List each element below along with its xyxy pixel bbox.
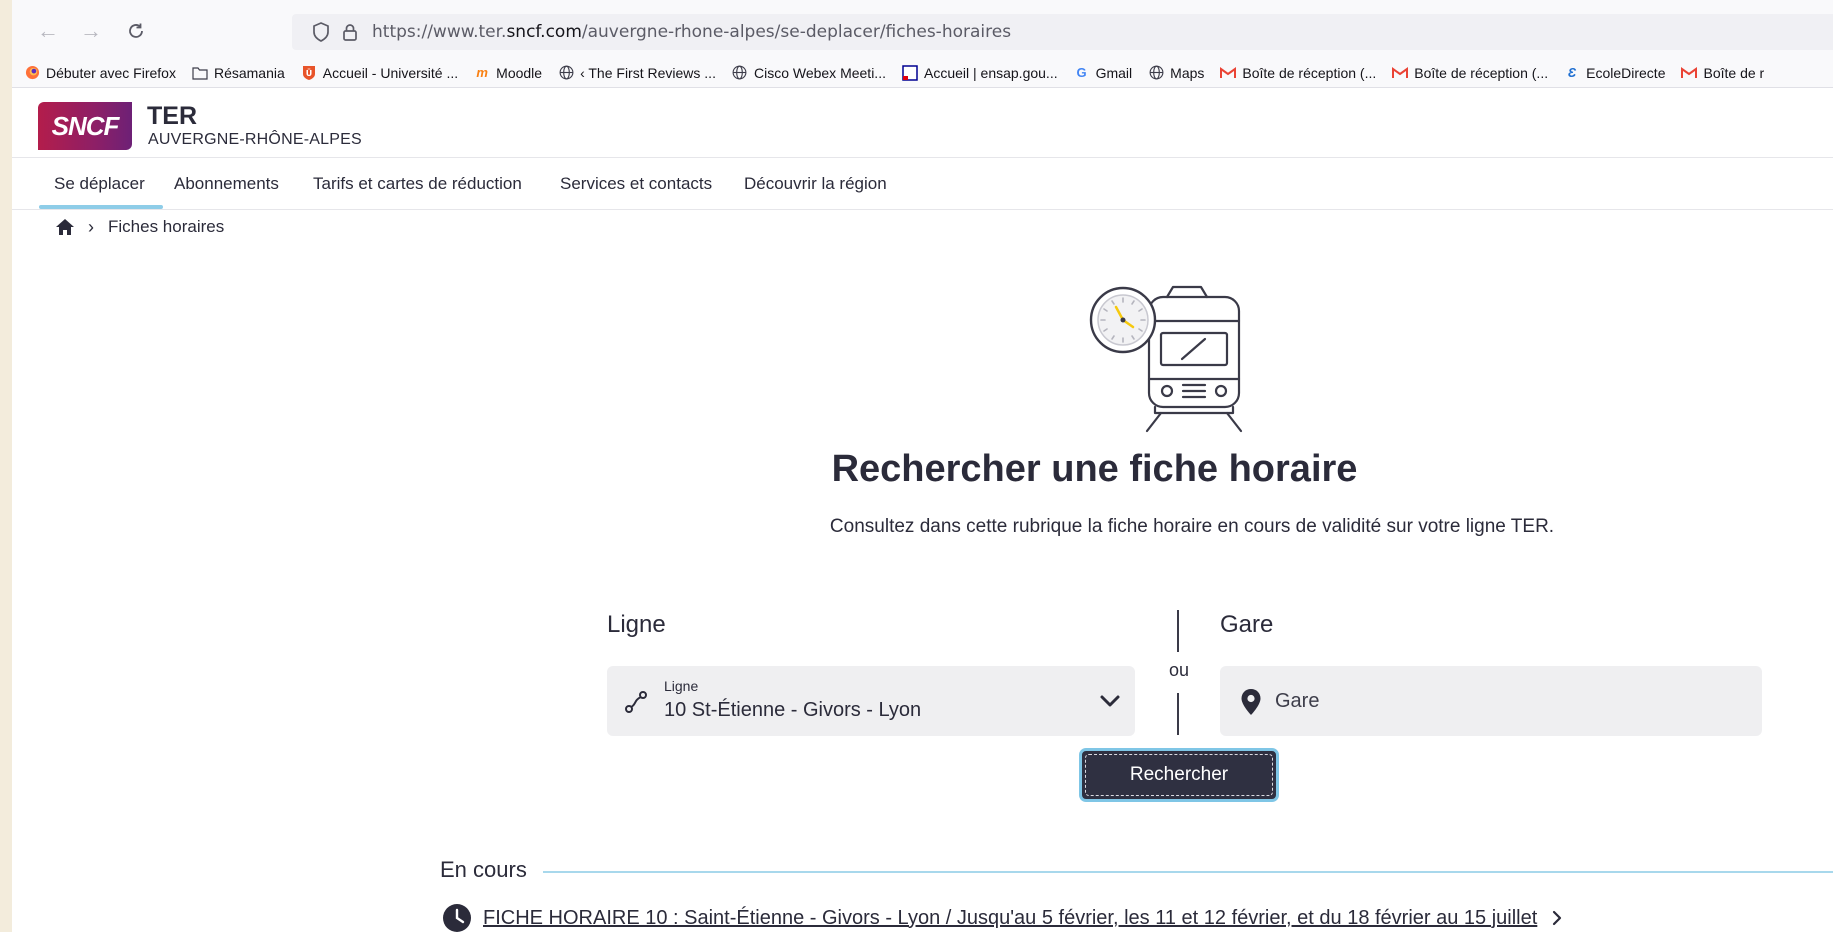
- ligne-select[interactable]: Ligne 10 St-Étienne - Givors - Lyon: [607, 666, 1135, 736]
- sncf-logo[interactable]: SNCF: [38, 102, 132, 150]
- ecoledirecte-icon: Ɛ: [1567, 65, 1577, 80]
- url-text[interactable]: https://www.ter.sncf.com/auvergne-rhone-…: [372, 22, 1011, 42]
- separator-line-bottom: [1177, 693, 1179, 735]
- bookmark-item[interactable]: Boîte de r: [1681, 65, 1764, 81]
- ligne-select-value: 10 St-Étienne - Givors - Lyon: [664, 699, 922, 721]
- google-icon: G: [1076, 65, 1087, 80]
- bookmark-item[interactable]: Boîte de réception (...: [1392, 65, 1548, 81]
- breadcrumb-current: Fiches horaires: [108, 217, 225, 236]
- brand-region: AUVERGNE-RHÔNE-ALPES: [148, 131, 362, 148]
- bookmark-item[interactable]: Maps: [1148, 65, 1204, 81]
- firefox-icon: [24, 65, 40, 81]
- tracking-shield-icon[interactable]: [312, 22, 330, 42]
- browser-window: ← → https://www.ter.sncf.com/auvergne-rh…: [12, 0, 1833, 932]
- gare-field[interactable]: [1220, 666, 1762, 736]
- gmail-icon: [1392, 65, 1409, 81]
- folder-icon: [192, 65, 208, 81]
- globe-icon: [732, 65, 748, 81]
- url-bar[interactable]: https://www.ter.sncf.com/auvergne-rhone-…: [292, 14, 1833, 50]
- nav-item-abonnements[interactable]: Abonnements: [174, 174, 279, 194]
- bookmark-item[interactable]: Résamania: [192, 65, 285, 81]
- en-cours-heading: En cours: [440, 857, 527, 882]
- page-title: Rechercher une fiche horaire: [831, 448, 1358, 490]
- bookmark-item[interactable]: ‹ The First Reviews ...: [558, 65, 716, 81]
- separator-ou: ou: [1168, 660, 1190, 680]
- moodle-icon: m: [476, 65, 488, 80]
- page-subtitle: Consultez dans cette rubrique la fiche h…: [829, 516, 1555, 537]
- nav-item-decouvrir[interactable]: Découvrir la région: [744, 174, 887, 194]
- nav-item-services[interactable]: Services et contacts: [560, 174, 712, 194]
- bookmark-item[interactable]: G Gmail: [1074, 65, 1133, 81]
- site-header: SNCF TER AUVERGNE-RHÔNE-ALPES: [12, 88, 1833, 158]
- ligne-select-label: Ligne: [664, 678, 699, 694]
- bookmark-item[interactable]: Accueil | ensap.gou...: [902, 65, 1058, 81]
- search-button[interactable]: Rechercher: [1079, 748, 1279, 802]
- chevron-down-icon[interactable]: [1097, 688, 1123, 714]
- gmail-icon: [1220, 65, 1237, 81]
- ligne-field-label: Ligne: [607, 611, 666, 638]
- nav-item-se-deplacer[interactable]: Se déplacer: [54, 174, 145, 194]
- chevron-right-icon: ›: [88, 216, 94, 237]
- bookmark-item[interactable]: Ɛ EcoleDirecte: [1564, 65, 1666, 81]
- gmail-icon: [1681, 65, 1698, 81]
- brand-ter: TER: [147, 102, 197, 130]
- home-icon[interactable]: [54, 217, 76, 237]
- bookmarks-bar: Débuter avec Firefox Résamania Ü Accueil…: [12, 58, 1833, 88]
- lock-icon[interactable]: [342, 23, 358, 41]
- nav-item-tarifs[interactable]: Tarifs et cartes de réduction: [313, 174, 522, 194]
- active-nav-indicator: [39, 205, 163, 209]
- bookmark-item[interactable]: Boîte de réception (...: [1220, 65, 1376, 81]
- fiche-horaire-item[interactable]: FICHE HORAIRE 10 : Saint-Étienne - Givor…: [442, 903, 1565, 932]
- university-shield-icon: Ü: [301, 65, 317, 81]
- separator-line-top: [1177, 610, 1179, 652]
- breadcrumb: › Fiches horaires: [54, 214, 224, 240]
- bookmark-item[interactable]: Ü Accueil - Université ...: [301, 65, 458, 81]
- gare-input[interactable]: [1275, 684, 1675, 718]
- globe-icon: [1148, 65, 1164, 81]
- route-line-icon: [625, 691, 647, 713]
- bookmark-item[interactable]: Cisco Webex Meeti...: [732, 65, 886, 81]
- chevron-right-icon: [1553, 910, 1562, 926]
- location-pin-icon: [1241, 689, 1261, 715]
- train-clock-illustration: [1089, 285, 1243, 433]
- bookmark-item[interactable]: Débuter avec Firefox: [24, 65, 176, 81]
- search-button-label: Rechercher: [1085, 754, 1273, 796]
- browser-toolbar: ← → https://www.ter.sncf.com/auvergne-rh…: [12, 0, 1833, 62]
- forward-arrow-icon[interactable]: →: [75, 15, 107, 47]
- back-arrow-icon[interactable]: ←: [32, 15, 64, 47]
- clock-icon: [443, 904, 471, 932]
- gare-field-label: Gare: [1220, 611, 1274, 638]
- fiche-horaire-link[interactable]: FICHE HORAIRE 10 : Saint-Étienne - Givor…: [483, 907, 1537, 930]
- ensap-icon: [902, 64, 918, 81]
- bookmark-item[interactable]: m Moodle: [474, 65, 542, 81]
- reload-icon[interactable]: [120, 15, 152, 47]
- main-navigation: Se déplacer Abonnements Tarifs et cartes…: [12, 158, 1833, 210]
- en-cours-divider: [543, 871, 1833, 873]
- svg-text:Ü: Ü: [306, 68, 313, 78]
- globe-icon: [558, 65, 574, 81]
